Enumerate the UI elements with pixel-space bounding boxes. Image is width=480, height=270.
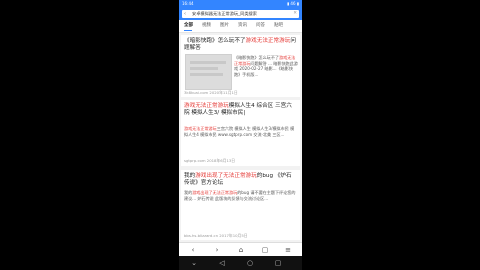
search-bar: ‹ 安卓模拟器无法正常游玩_同类搜索 ✕	[179, 8, 302, 20]
chevron-left-icon[interactable]: ‹	[184, 10, 186, 18]
search-input[interactable]: ‹ 安卓模拟器无法正常游玩_同类搜索 ✕	[182, 10, 299, 18]
nav-back-icon[interactable]: ◁	[215, 258, 229, 268]
result-title[interactable]: 我的游戏出现了无法正常游玩的bug 《炉石传说》官方论坛	[184, 173, 297, 187]
system-nav-bar: ⌄ ◁ ○ ▢	[179, 256, 302, 270]
active-tab-indicator	[184, 30, 192, 31]
result-title-text[interactable]: 《暗影快跑》怎么玩不了	[184, 38, 246, 44]
menu-icon[interactable]: ≡	[281, 245, 295, 255]
snippet-text: 我的	[184, 190, 193, 195]
result-thumbnail[interactable]	[185, 54, 232, 90]
forward-icon[interactable]: ›	[210, 245, 224, 255]
result-card[interactable]: 游戏无法正常游玩模拟人生4 综合区 三宫六院 模拟人生3/ 模拟市民| 游戏无法…	[181, 100, 300, 166]
tab-video[interactable]: 视频	[202, 22, 211, 30]
result-snippet: 我的游戏出现了无法正常游玩的bug 请不要在主题下评论您的建议... 炉石传说 …	[184, 190, 297, 201]
browser-toolbar: ‹ › ⌂ ▢ ≡	[179, 242, 302, 257]
result-snippet: 《暗影快跑》怎么玩不了游戏无法正常游玩问题解答 ... 暗影快跑此游戏 2020…	[234, 55, 298, 77]
home-icon[interactable]: ⌂	[234, 245, 248, 255]
result-title-highlight[interactable]: 游戏无法正常游玩	[184, 103, 229, 109]
tab-images[interactable]: 图片	[220, 22, 229, 30]
close-icon[interactable]: ✕	[293, 10, 297, 18]
tab-tieba[interactable]: 贴吧	[274, 22, 283, 30]
snippet-highlight: 游戏无法正常游玩	[184, 126, 217, 131]
collapse-icon[interactable]: ⌄	[187, 258, 201, 268]
result-title[interactable]: 游戏无法正常游玩模拟人生4 综合区 三宫六院 模拟人生3/ 模拟市民|	[184, 103, 297, 117]
nav-home-icon[interactable]: ○	[243, 258, 257, 268]
result-card[interactable]: 《暗影快跑》怎么玩不了游戏无法正常游玩问题解答 《暗影快跑》怎么玩不了游戏无法正…	[181, 35, 300, 97]
nav-recents-icon[interactable]: ▢	[271, 258, 285, 268]
tab-qa[interactable]: 问答	[256, 22, 265, 30]
back-icon[interactable]: ‹	[186, 245, 200, 255]
status-icons: ▮ 46 ▮	[286, 1, 299, 6]
status-time: 16:44	[182, 1, 194, 6]
result-title[interactable]: 《暗影快跑》怎么玩不了游戏无法正常游玩问题解答	[184, 38, 297, 52]
result-meta: bbs.hs.blizzard.cn 2017年10月5日	[184, 233, 248, 238]
status-bar: 16:44 ▮ 46 ▮	[179, 0, 302, 8]
tabs-icon[interactable]: ▢	[258, 245, 272, 255]
result-tabs: 全部 视频 图片 资讯 问答 贴吧	[179, 20, 302, 33]
snippet-text: 《暗影快跑》怎么玩不了	[234, 55, 280, 60]
phone-screen: 16:44 ▮ 46 ▮ ‹ 安卓模拟器无法正常游玩_同类搜索 ✕ 全部 视频 …	[179, 0, 302, 270]
result-card[interactable]: 我的游戏出现了无法正常游玩的bug 《炉石传说》官方论坛 我的游戏出现了无法正常…	[181, 170, 300, 240]
result-meta: 3k8kuai.com 2020年11月1日	[184, 90, 238, 95]
snippet-highlight: 游戏出现了无法正常游玩	[192, 190, 238, 195]
search-query[interactable]: 安卓模拟器无法正常游玩_同类搜索	[192, 10, 288, 18]
result-title-highlight[interactable]: 游戏无法正常游玩	[246, 38, 291, 44]
result-title-text[interactable]: 我的	[184, 173, 195, 179]
result-meta: sgtprp.com 2018年6月13日	[184, 158, 236, 163]
result-title-highlight[interactable]: 游戏出现了无法正常游玩	[195, 173, 257, 179]
result-snippet: 游戏无法正常游玩三宫六院 模拟人生 模拟人生3/模拟市民 模拟人生4 模拟市民 …	[184, 126, 297, 137]
tab-all[interactable]: 全部	[184, 22, 193, 30]
tab-news[interactable]: 资讯	[238, 22, 247, 30]
